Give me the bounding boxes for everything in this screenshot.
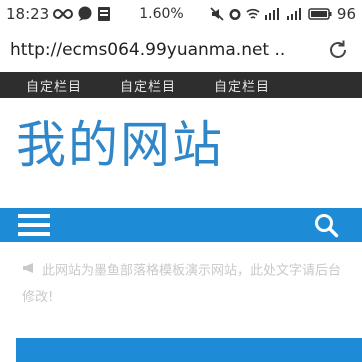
hd-signal-icon [264,7,282,21]
app-notification-icon [97,6,111,22]
search-icon[interactable] [290,208,362,242]
data-rate: 1.60% [139,6,184,22]
nav-item-1[interactable]: 自定栏目 [26,76,82,95]
wifi-icon [246,7,260,21]
reload-icon[interactable] [324,36,352,64]
megaphone-icon [22,258,36,284]
notice-bar: 此网站为墨鱼部落格模板演示网站，此处文字请后台修改! [0,248,362,318]
site-toolbar [0,208,362,242]
mute-icon [210,7,224,21]
chat-bubble-icon [77,6,93,22]
status-bar: 18:23 1.60% 96 [0,0,362,28]
content-banner [16,338,362,362]
alarm-icon [228,7,242,21]
battery-level: 96 [336,5,356,23]
menu-icon[interactable] [18,213,50,237]
top-nav: 自定栏目 自定栏目 自定栏目 [0,72,362,98]
battery-icon [308,7,332,21]
url-text[interactable]: http://ecms064.99yuanma.net .. [10,40,285,60]
nav-item-3[interactable]: 自定栏目 [214,76,270,95]
status-time: 18:23 [6,5,50,23]
nav-item-2[interactable]: 自定栏目 [120,76,176,95]
notice-text: 此网站为墨鱼部落格模板演示网站，此处文字请后台修改! [22,263,342,305]
link-infinity-icon [53,8,74,20]
signal-icon [286,7,304,21]
browser-address-bar[interactable]: http://ecms064.99yuanma.net .. [0,28,362,72]
site-title[interactable]: 我的网站 [16,120,224,170]
